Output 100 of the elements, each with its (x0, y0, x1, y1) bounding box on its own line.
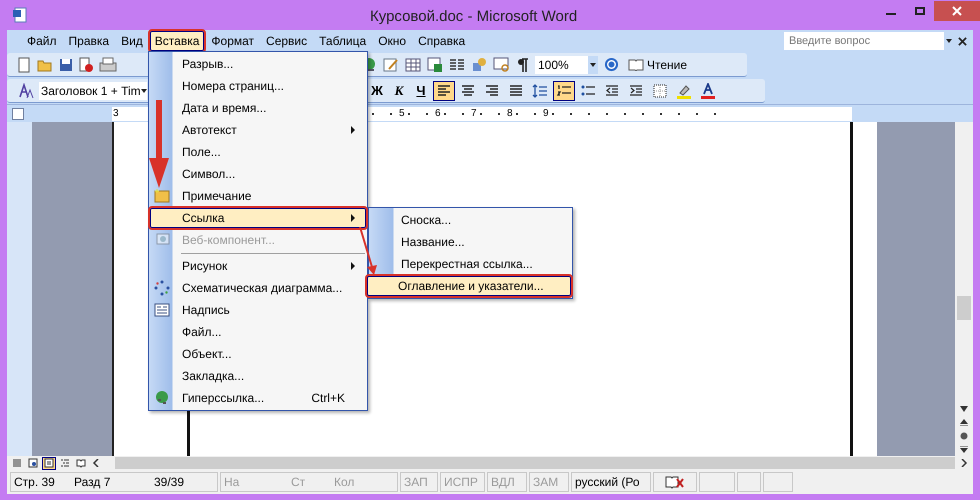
save-icon[interactable] (59, 58, 73, 72)
align-left-button[interactable] (433, 80, 455, 100)
justify-icon (508, 82, 524, 98)
permission-icon[interactable] (79, 56, 93, 72)
help-search-field[interactable]: Введите вопрос (784, 32, 954, 50)
spreadsheet-icon[interactable] (427, 56, 443, 72)
menu-item[interactable]: Вставка (150, 31, 204, 51)
menu-item[interactable]: Дата и время... (150, 98, 366, 118)
status-panel (737, 472, 761, 492)
normal-view-button[interactable] (10, 456, 24, 470)
diagram-icon (154, 280, 170, 296)
outline-view-icon (60, 458, 70, 468)
pilcrow-icon[interactable] (517, 56, 529, 72)
menu-item[interactable]: Правка (64, 31, 114, 51)
menu-item[interactable]: Название... (370, 232, 571, 252)
menu-item[interactable]: Оглавление и указатели... (367, 276, 571, 296)
highlighter-icon (676, 82, 692, 98)
menu-item[interactable]: Справка (413, 31, 470, 51)
borders-icon (652, 82, 668, 98)
previous-page-icon[interactable] (960, 418, 968, 426)
zoom-field[interactable]: 100% (535, 56, 598, 74)
close-icon[interactable] (958, 36, 967, 46)
bold-button[interactable]: Ж (367, 80, 387, 100)
numbered-list-button[interactable] (553, 80, 575, 100)
horizontal-scrollbar[interactable] (115, 457, 955, 469)
help-icon[interactable] (604, 57, 619, 72)
scroll-thumb[interactable] (957, 296, 971, 320)
drawing-shapes-icon[interactable] (471, 56, 487, 72)
dropdown-arrow-icon (140, 88, 147, 92)
menu-item[interactable]: Символ... (150, 164, 366, 184)
menu-item[interactable]: Сноска... (370, 210, 571, 230)
increase-indent-icon (628, 82, 644, 98)
submenu-arrow-icon (351, 126, 355, 134)
hyperlink-globe-icon (154, 390, 170, 406)
web-layout-button[interactable] (26, 456, 40, 470)
document-map-icon[interactable] (493, 56, 511, 72)
web-layout-icon (28, 458, 38, 468)
menu-item[interactable]: Сервис (261, 31, 312, 51)
menu-item[interactable]: Перекрестная ссылка... (370, 254, 571, 274)
menu-item[interactable]: Автотекст (150, 120, 366, 140)
submenu-arrow-icon (351, 262, 355, 270)
menu-item[interactable]: Объект... (150, 344, 366, 364)
print-layout-icon (44, 458, 54, 468)
style-field[interactable]: Заголовок 1 + Tim (39, 82, 147, 100)
menu-item[interactable]: Номера страниц... (150, 76, 366, 96)
ruler-number: 3 (113, 106, 119, 120)
menu-item[interactable]: Примечание (150, 186, 366, 206)
normal-view-icon (12, 458, 22, 468)
open-folder-icon[interactable] (37, 58, 53, 72)
menu-item[interactable]: Вид (116, 31, 148, 51)
line-spacing-icon (532, 82, 548, 98)
text-box-icon (154, 303, 170, 317)
open-book-icon (628, 58, 644, 70)
reading-mode-button[interactable]: Чтение (625, 54, 690, 74)
menu-item[interactable]: Надпись (150, 300, 366, 320)
word-document-icon (12, 7, 28, 23)
outline-view-button[interactable] (58, 456, 72, 470)
printer-icon[interactable] (99, 56, 117, 72)
arrow-down-icon[interactable] (960, 406, 968, 412)
menu-item[interactable]: Таблица (314, 31, 372, 51)
decrease-indent-icon (604, 82, 620, 98)
menu-item[interactable]: Схематическая диаграмма... (150, 278, 366, 298)
menu-item[interactable]: Файл (22, 31, 62, 51)
annotation-arrow (358, 227, 380, 277)
print-layout-button[interactable] (42, 456, 56, 470)
drawing-pen-icon[interactable] (383, 56, 399, 72)
align-center-icon (460, 82, 476, 98)
align-left-icon (436, 82, 452, 98)
menu-item[interactable]: Закладка... (150, 366, 366, 386)
bulleted-list-icon (580, 82, 596, 98)
menu-item: Веб-компонент... (150, 230, 366, 250)
window-title: Курсовой.doc - Microsoft Word (370, 7, 578, 27)
note-icon (154, 188, 170, 204)
align-right-icon (484, 82, 500, 98)
menu-item[interactable]: Гиперссылка... Ctrl+K (150, 388, 366, 408)
menu-item[interactable]: Формат (206, 31, 260, 51)
menu-item[interactable]: Поле... (150, 142, 366, 162)
vertical-scrollbar[interactable] (955, 122, 973, 456)
numbered-list-icon (556, 82, 572, 98)
browse-object-icon[interactable] (960, 432, 968, 440)
status-panel (699, 472, 735, 492)
menu-item[interactable]: Разрыв... (150, 54, 366, 74)
table-icon[interactable] (405, 58, 421, 72)
status-panel (763, 472, 793, 492)
menu-item[interactable]: Окно (373, 31, 412, 51)
columns-icon[interactable] (449, 58, 465, 72)
tab-selector[interactable] (12, 108, 24, 120)
next-page-icon[interactable] (960, 446, 968, 454)
submenu-arrow-icon (351, 214, 355, 222)
dropdown-arrow-icon (590, 62, 596, 66)
menu-item[interactable]: Файл... (150, 322, 366, 342)
reading-view-button[interactable] (74, 456, 88, 470)
new-document-icon[interactable] (17, 56, 31, 72)
italic-button[interactable]: К (389, 80, 409, 100)
font-color-icon (700, 82, 716, 98)
menu-item[interactable]: Рисунок (150, 252, 366, 276)
styles-icon[interactable] (19, 82, 35, 98)
underline-button[interactable]: Ч (411, 80, 431, 100)
menu-item[interactable]: Ссылка (150, 208, 366, 228)
spelling-status-icon (665, 474, 685, 488)
